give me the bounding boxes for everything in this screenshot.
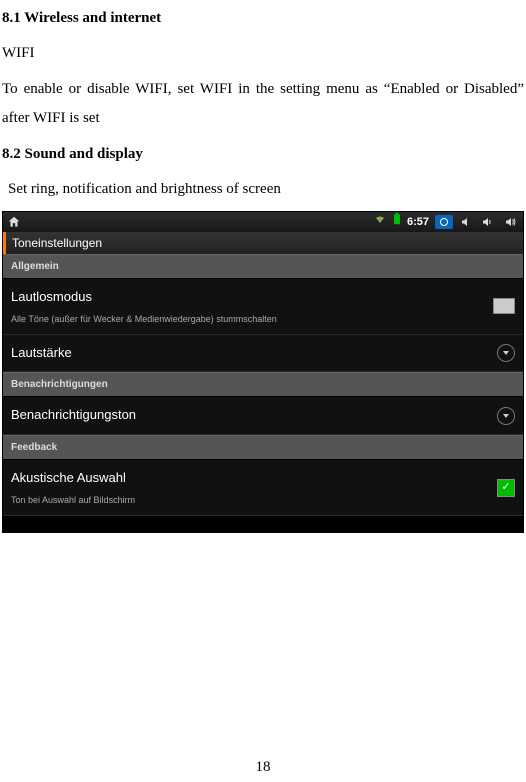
wifi-icon xyxy=(373,213,387,232)
settings-title: Toneinstellungen xyxy=(12,232,102,255)
row-lautlosmodus[interactable]: Lautlosmodus Alle Töne (außer für Wecker… xyxy=(3,279,523,335)
battery-icon xyxy=(393,213,401,232)
volume-down-icon[interactable] xyxy=(479,216,495,228)
row-akustische-auswahl[interactable]: Akustische Auswahl Ton bei Auswahl auf B… xyxy=(3,460,523,516)
heading-8-2: 8.2 Sound and display xyxy=(2,140,524,169)
row-title: Lautstärke xyxy=(11,341,497,366)
row-subtitle: Ton bei Auswahl auf Bildschirm xyxy=(11,492,497,509)
embedded-screenshot: 6:57 Toneinstellungen Allgemein xyxy=(2,211,524,533)
home-icon[interactable] xyxy=(7,215,21,229)
orange-accent-bar xyxy=(3,232,6,254)
row-subtitle: Alle Töne (außer für Wecker & Medienwied… xyxy=(11,311,493,328)
row-title: Lautlosmodus xyxy=(11,285,493,310)
volume-mute-icon[interactable] xyxy=(459,216,473,228)
screenshot-camera-icon[interactable] xyxy=(435,215,453,229)
empty-area xyxy=(3,516,523,532)
clock-time: 6:57 xyxy=(407,212,429,233)
status-bar: 6:57 xyxy=(3,212,523,232)
wifi-label: WIFI xyxy=(2,39,524,68)
wifi-paragraph: To enable or disable WIFI, set WIFI in t… xyxy=(2,75,524,132)
volume-up-icon[interactable] xyxy=(501,216,519,228)
heading-8-1: 8.1 Wireless and internet xyxy=(2,4,524,33)
toggle-lautlosmodus[interactable] xyxy=(493,298,515,314)
category-benachrichtigungen: Benachrichtigungen xyxy=(3,372,523,397)
checkbox-akustische-auswahl[interactable] xyxy=(497,479,515,497)
category-allgemein: Allgemein xyxy=(3,254,523,279)
row-title: Benachrichtigungston xyxy=(11,403,497,428)
chevron-down-icon xyxy=(497,344,515,362)
row-title: Akustische Auswahl xyxy=(11,466,497,491)
settings-title-bar: Toneinstellungen xyxy=(3,232,523,254)
page-number: 18 xyxy=(2,753,524,782)
chevron-down-icon xyxy=(497,407,515,425)
row-benachrichtigungston[interactable]: Benachrichtigungston xyxy=(3,397,523,435)
category-feedback: Feedback xyxy=(3,435,523,460)
row-lautstaerke[interactable]: Lautstärke xyxy=(3,335,523,373)
sound-paragraph: Set ring, notification and brightness of… xyxy=(2,175,524,204)
